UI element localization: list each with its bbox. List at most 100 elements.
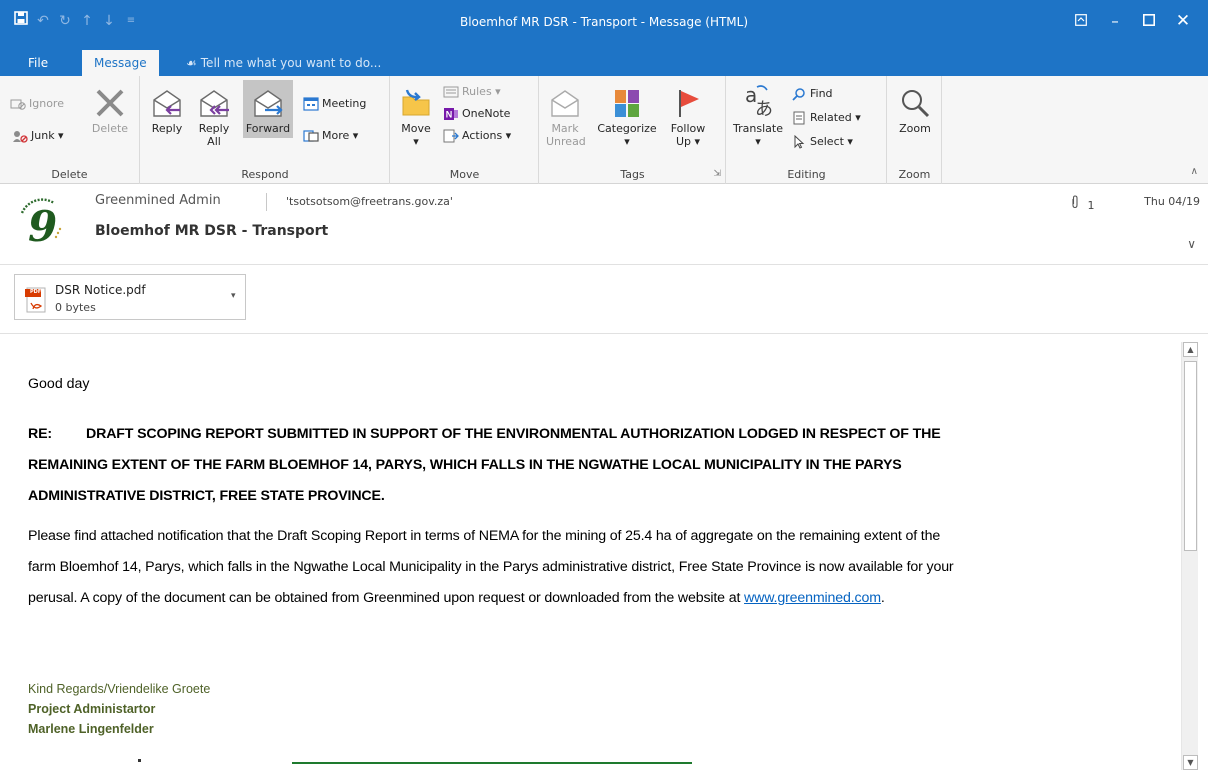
ribbon: Ignore Junk ▾ Delete Delete Reply Reply …	[0, 76, 1208, 184]
attachment-bar: PDF DSR Notice.pdf 0 bytes ▾	[0, 266, 1208, 334]
follow-up-button[interactable]: Follow Up ▾	[666, 86, 710, 148]
junk-button[interactable]: Junk ▾	[12, 126, 64, 146]
window-title: Bloemhof MR DSR - Transport - Message (H…	[459, 15, 749, 29]
rules-button[interactable]: Rules ▾	[443, 82, 501, 102]
reply-all-label-2: All	[207, 135, 221, 148]
mark-unread-icon	[551, 90, 579, 117]
paperclip-icon	[1070, 195, 1084, 212]
scroll-thumb[interactable]	[1184, 361, 1197, 551]
reply-all-label-1: Reply	[198, 122, 230, 135]
tab-file[interactable]: File	[16, 50, 60, 76]
translate-button[interactable]: aあ Translate ▾	[731, 82, 785, 148]
onenote-label: OneNote	[462, 107, 511, 120]
ignore-icon	[10, 97, 26, 111]
minimize-icon[interactable]: –	[1098, 8, 1132, 34]
forward-label: Forward	[245, 122, 291, 135]
lightbulb-icon: ☙	[186, 56, 197, 70]
more-label: More	[322, 129, 350, 142]
attachment-dropdown-icon[interactable]: ▾	[231, 291, 236, 301]
re-label: RE:	[28, 426, 52, 442]
respond-group: Reply Reply All Forward Meeting More ▾ R…	[141, 76, 390, 184]
tab-message[interactable]: Message	[82, 50, 159, 76]
move-group: Move ▾ Rules ▾ N OneNote Actions ▾ Move	[391, 76, 539, 184]
forward-button[interactable]: Forward	[243, 80, 293, 138]
window-controls: – ✕	[1064, 8, 1200, 34]
reply-button[interactable]: Reply	[149, 86, 185, 135]
svg-text:N: N	[446, 110, 453, 120]
expand-header-icon[interactable]: ∨	[1187, 237, 1196, 251]
attachment-name: DSR Notice.pdf	[55, 283, 146, 297]
attachment-count: 1	[1087, 199, 1095, 212]
editing-group: aあ Translate ▾ Find Related ▾ Select ▾ Ed…	[727, 76, 887, 184]
meeting-icon	[303, 97, 319, 111]
website-link[interactable]: www.greenmined.com	[744, 590, 881, 606]
translate-icon: aあ	[745, 83, 773, 120]
re-line-1: RE: DRAFT SCOPING REPORT SUBMITTED IN SU…	[28, 419, 1168, 450]
scroll-down-icon[interactable]: ▼	[1183, 755, 1198, 770]
delete-label: Delete	[91, 122, 129, 135]
re-line-3: ADMINISTRATIVE DISTRICT, FREE STATE PROV…	[28, 488, 385, 504]
select-button[interactable]: Select ▾	[791, 132, 853, 152]
onenote-icon: N	[443, 107, 459, 121]
delete-group: Ignore Junk ▾ Delete Delete	[0, 76, 140, 184]
zoom-icon	[902, 90, 930, 118]
re-heading: RE: DRAFT SCOPING REPORT SUBMITTED IN SU…	[28, 419, 1168, 512]
move-button[interactable]: Move ▾	[397, 86, 435, 148]
rules-icon	[443, 85, 459, 99]
delete-group-label: Delete	[51, 168, 88, 181]
meeting-button[interactable]: Meeting	[303, 94, 366, 114]
related-icon	[791, 111, 807, 125]
reply-all-button[interactable]: Reply All	[195, 86, 233, 148]
tags-group-label: Tags	[620, 168, 645, 181]
reply-icon	[153, 90, 181, 117]
follow-up-label-1: Follow	[670, 122, 706, 135]
paragraph-line-1: Please find attached notification that t…	[28, 528, 941, 544]
ribbon-display-options-icon[interactable]	[1064, 8, 1098, 34]
paragraph-line-2: farm Bloemhof 14, Parys, which falls in …	[28, 559, 954, 575]
body-scrollbar[interactable]: ▲ ▼	[1181, 342, 1198, 770]
attachment-item[interactable]: PDF DSR Notice.pdf 0 bytes ▾	[14, 274, 246, 320]
ribbon-tabs: File Message ☙ Tell me what you want to d…	[0, 48, 1208, 76]
message-header: 9 Greenmined Admin 'tsotsotsom@freetrans…	[0, 185, 1208, 265]
signature: Kind Regards/Vriendelike Groete Project …	[28, 679, 210, 739]
recipient[interactable]: 'tsotsotsom@freetrans.gov.za'	[286, 195, 453, 208]
mark-unread-button[interactable]: Mark Unread	[546, 86, 586, 148]
sender-name[interactable]: Greenmined Admin	[95, 193, 221, 208]
ignore-button[interactable]: Ignore	[10, 94, 64, 114]
zoom-group: Zoom Zoom	[888, 76, 942, 184]
onenote-button[interactable]: N OneNote	[443, 104, 510, 124]
mark-unread-label-1: Mark	[551, 122, 579, 135]
signature-role: Project Administartor	[28, 702, 156, 716]
more-button[interactable]: More ▾	[303, 126, 358, 146]
categorize-button[interactable]: Categorize ▾	[592, 86, 662, 148]
delete-button[interactable]: Delete	[88, 86, 132, 135]
close-icon[interactable]: ✕	[1166, 8, 1200, 34]
meeting-label: Meeting	[322, 97, 367, 110]
find-button[interactable]: Find	[791, 84, 833, 104]
svg-text:9: 9	[28, 202, 57, 251]
signature-regards: Kind Regards/Vriendelike Groete	[28, 682, 211, 696]
re-line-1-text: DRAFT SCOPING REPORT SUBMITTED IN SUPPOR…	[86, 426, 941, 442]
svg-text:あ: あ	[755, 99, 773, 120]
scroll-up-icon[interactable]: ▲	[1183, 342, 1198, 357]
delete-x-icon	[96, 89, 124, 117]
message-date: Thu 04/19	[1144, 195, 1200, 208]
actions-label: Actions	[462, 129, 503, 142]
signature-name: Marlene Lingenfelder	[28, 722, 154, 736]
respond-group-label: Respond	[241, 168, 289, 181]
related-button[interactable]: Related ▾	[791, 108, 861, 128]
zoom-group-label: Zoom	[898, 168, 931, 181]
tell-me-box[interactable]: ☙ Tell me what you want to do...	[186, 50, 381, 76]
actions-icon	[443, 129, 459, 143]
zoom-button[interactable]: Zoom	[894, 86, 936, 135]
select-label: Select	[810, 135, 844, 148]
maximize-icon[interactable]	[1132, 8, 1166, 34]
editing-group-label: Editing	[787, 168, 826, 181]
title-bar: ↶ ↻ ↑ ↓ ≡ Bloemhof MR DSR - Transport - …	[0, 0, 1208, 48]
zoom-label: Zoom	[899, 122, 931, 135]
message-subject: Bloemhof MR DSR - Transport	[95, 223, 329, 239]
forward-icon	[254, 90, 283, 117]
move-label: Move	[401, 122, 431, 135]
collapse-ribbon-icon[interactable]: ∧	[1191, 166, 1198, 177]
actions-button[interactable]: Actions ▾	[443, 126, 511, 146]
